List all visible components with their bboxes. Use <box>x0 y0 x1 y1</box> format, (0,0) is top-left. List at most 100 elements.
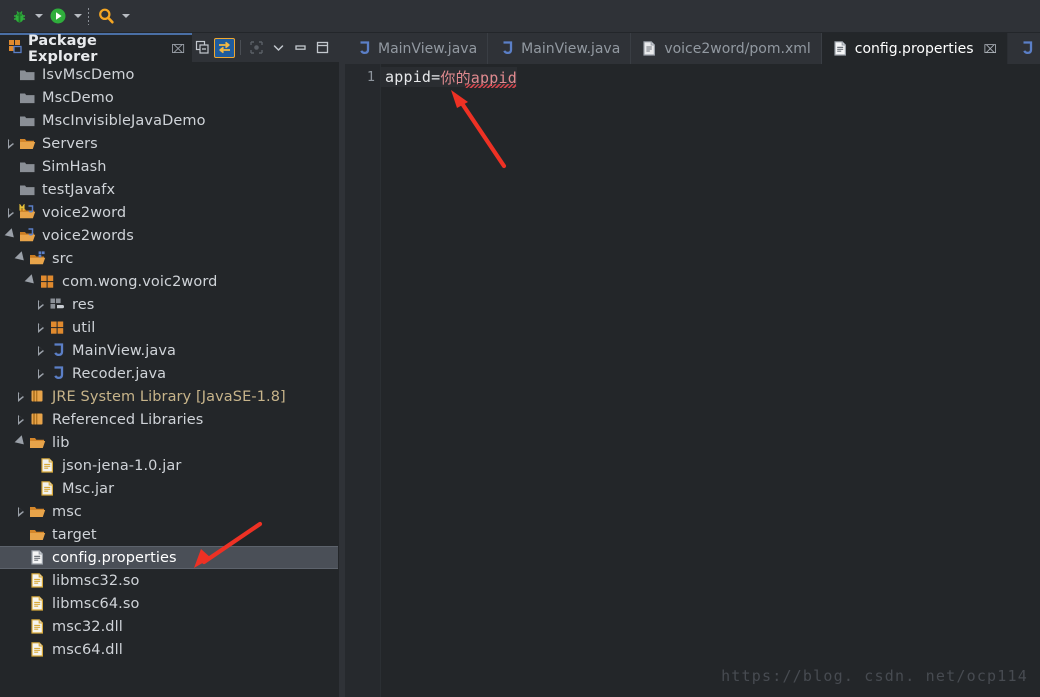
eclipse-ide-window: Package Explorer ⌧ IsvMscDemo MscDemo Ms… <box>0 0 1040 697</box>
debug-toolbar-group <box>7 3 46 29</box>
editor-gutter: 1 <box>345 64 381 697</box>
expand-triangle-icon[interactable] <box>4 132 17 155</box>
run-toolbar-group <box>46 3 85 29</box>
java-project-icon <box>17 224 38 247</box>
expand-triangle-icon[interactable] <box>4 201 17 224</box>
editor-tab[interactable]: MainView.java <box>345 33 489 64</box>
tree-row-label: Msc.jar <box>62 480 115 497</box>
tree-row[interactable]: json-jena-1.0.jar <box>0 454 339 477</box>
tree-row[interactable]: util <box>0 316 339 339</box>
editor-tab[interactable]: voice2word/pom.xml <box>631 33 822 64</box>
tree-row[interactable]: JRE System Library [JavaSE-1.8] <box>0 385 339 408</box>
editor-tab[interactable] <box>1008 33 1040 64</box>
tree-row[interactable]: MscInvisibleJavaDemo <box>0 109 339 132</box>
minimize-icon[interactable] <box>290 38 311 58</box>
twisty-placeholder <box>14 569 27 592</box>
debug-bug-icon[interactable] <box>7 4 31 28</box>
debug-dropdown-chevron-down-icon[interactable] <box>31 4 46 28</box>
collapse-triangle-icon[interactable] <box>4 224 17 247</box>
tree-row-label: Recoder.java <box>72 365 167 382</box>
tree-row[interactable]: target <box>0 523 339 546</box>
twisty-placeholder <box>24 454 37 477</box>
tree-row[interactable]: libmsc64.so <box>0 592 339 615</box>
tree-row[interactable]: res <box>0 293 339 316</box>
tree-row-label: MscDemo <box>42 89 114 106</box>
folder-closed-grey-icon <box>17 63 38 86</box>
tree-row[interactable]: voice2word <box>0 201 339 224</box>
twisty-placeholder <box>4 155 17 178</box>
run-dropdown-chevron-down-icon[interactable] <box>70 4 85 28</box>
editor-tab-active[interactable]: config.properties ⌧ <box>821 33 1008 64</box>
tree-row[interactable]: msc64.dll <box>0 638 339 661</box>
tree-row[interactable]: lib <box>0 431 339 454</box>
collapse-triangle-icon[interactable] <box>14 431 27 454</box>
tree-row-label: com.wong.voic2word <box>62 273 218 290</box>
collapse-triangle-icon[interactable] <box>14 247 27 270</box>
folder-open-orange-icon <box>27 431 48 454</box>
tree-row[interactable]: libmsc32.so <box>0 569 339 592</box>
package-explorer-icon <box>8 39 23 58</box>
expand-triangle-icon[interactable] <box>14 385 27 408</box>
code-editor[interactable]: 1 appid= 你的appid <box>345 64 1040 697</box>
editor-tab-label: config.properties <box>854 40 974 57</box>
editor-tab-label: MainView.java <box>378 40 478 57</box>
editor-tab-close-icon[interactable]: ⌧ <box>984 42 997 56</box>
tree-row-label: voice2word <box>42 204 127 221</box>
tree-row[interactable]: Msc.jar <box>0 477 339 500</box>
tree-row[interactable]: Recoder.java <box>0 362 339 385</box>
view-menu-chevron-down-icon[interactable] <box>268 38 289 58</box>
expand-triangle-icon[interactable] <box>14 500 27 523</box>
editor-area: MainView.java MainView.java voice2word/pom… <box>345 33 1040 697</box>
twisty-placeholder <box>24 477 37 500</box>
tree-row-label: libmsc32.so <box>52 572 140 589</box>
tree-row-selected[interactable]: config.properties <box>0 546 338 569</box>
project-tree[interactable]: IsvMscDemo MscDemo MscInvisibleJavaDemo Ser… <box>0 62 339 697</box>
twisty-placeholder <box>14 615 27 638</box>
folder-open-orange-icon <box>27 523 48 546</box>
library-icon <box>27 385 48 408</box>
collapse-all-icon[interactable] <box>192 38 213 58</box>
expand-triangle-icon[interactable] <box>34 362 47 385</box>
tree-row[interactable]: testJavafx <box>0 178 339 201</box>
tree-row-label: config.properties <box>52 549 177 566</box>
tree-row[interactable]: Servers <box>0 132 339 155</box>
tree-row[interactable]: IsvMscDemo <box>0 63 339 86</box>
run-play-icon[interactable] <box>46 4 70 28</box>
tree-row[interactable]: MainView.java <box>0 339 339 362</box>
expand-triangle-icon[interactable] <box>34 316 47 339</box>
twisty-placeholder <box>14 638 27 661</box>
search-dropdown-chevron-down-icon[interactable] <box>118 4 133 28</box>
tree-row[interactable]: com.wong.voic2word <box>0 270 339 293</box>
package-explorer-panel: Package Explorer ⌧ IsvMscDemo MscDemo Ms… <box>0 33 339 697</box>
tree-row-label: msc <box>52 503 82 520</box>
search-icon[interactable] <box>94 4 118 28</box>
tree-row[interactable]: src <box>0 247 339 270</box>
expand-triangle-icon[interactable] <box>34 293 47 316</box>
tree-row-label: JRE System Library [JavaSE-1.8] <box>52 388 286 405</box>
tab-package-explorer[interactable]: Package Explorer ⌧ <box>0 33 192 65</box>
twisty-placeholder <box>14 546 27 569</box>
tree-row-label: SimHash <box>42 158 107 175</box>
tree-row[interactable]: SimHash <box>0 155 339 178</box>
expand-triangle-icon[interactable] <box>34 339 47 362</box>
package-explorer-toolbar-separator <box>240 40 241 55</box>
tree-row[interactable]: Referenced Libraries <box>0 408 339 431</box>
package-explorer-close-icon[interactable]: ⌧ <box>171 43 185 55</box>
tree-row-label: res <box>72 296 95 313</box>
link-with-editor-icon[interactable] <box>214 37 235 58</box>
tree-row[interactable]: msc <box>0 500 339 523</box>
tree-row[interactable]: voice2words <box>0 224 339 247</box>
tree-row[interactable]: MscDemo <box>0 86 339 109</box>
maximize-icon[interactable] <box>312 38 333 58</box>
collapse-triangle-icon[interactable] <box>24 270 37 293</box>
focus-on-active-task-icon[interactable] <box>246 38 267 58</box>
tree-row[interactable]: msc32.dll <box>0 615 339 638</box>
tree-row-label: target <box>52 526 97 543</box>
expand-triangle-icon[interactable] <box>14 408 27 431</box>
folder-closed-grey-icon <box>17 155 38 178</box>
twisty-placeholder <box>4 178 17 201</box>
generic-file-icon <box>27 569 48 592</box>
search-toolbar-group <box>94 3 133 29</box>
editor-tab[interactable]: MainView.java <box>488 33 632 64</box>
package-icon <box>47 316 68 339</box>
